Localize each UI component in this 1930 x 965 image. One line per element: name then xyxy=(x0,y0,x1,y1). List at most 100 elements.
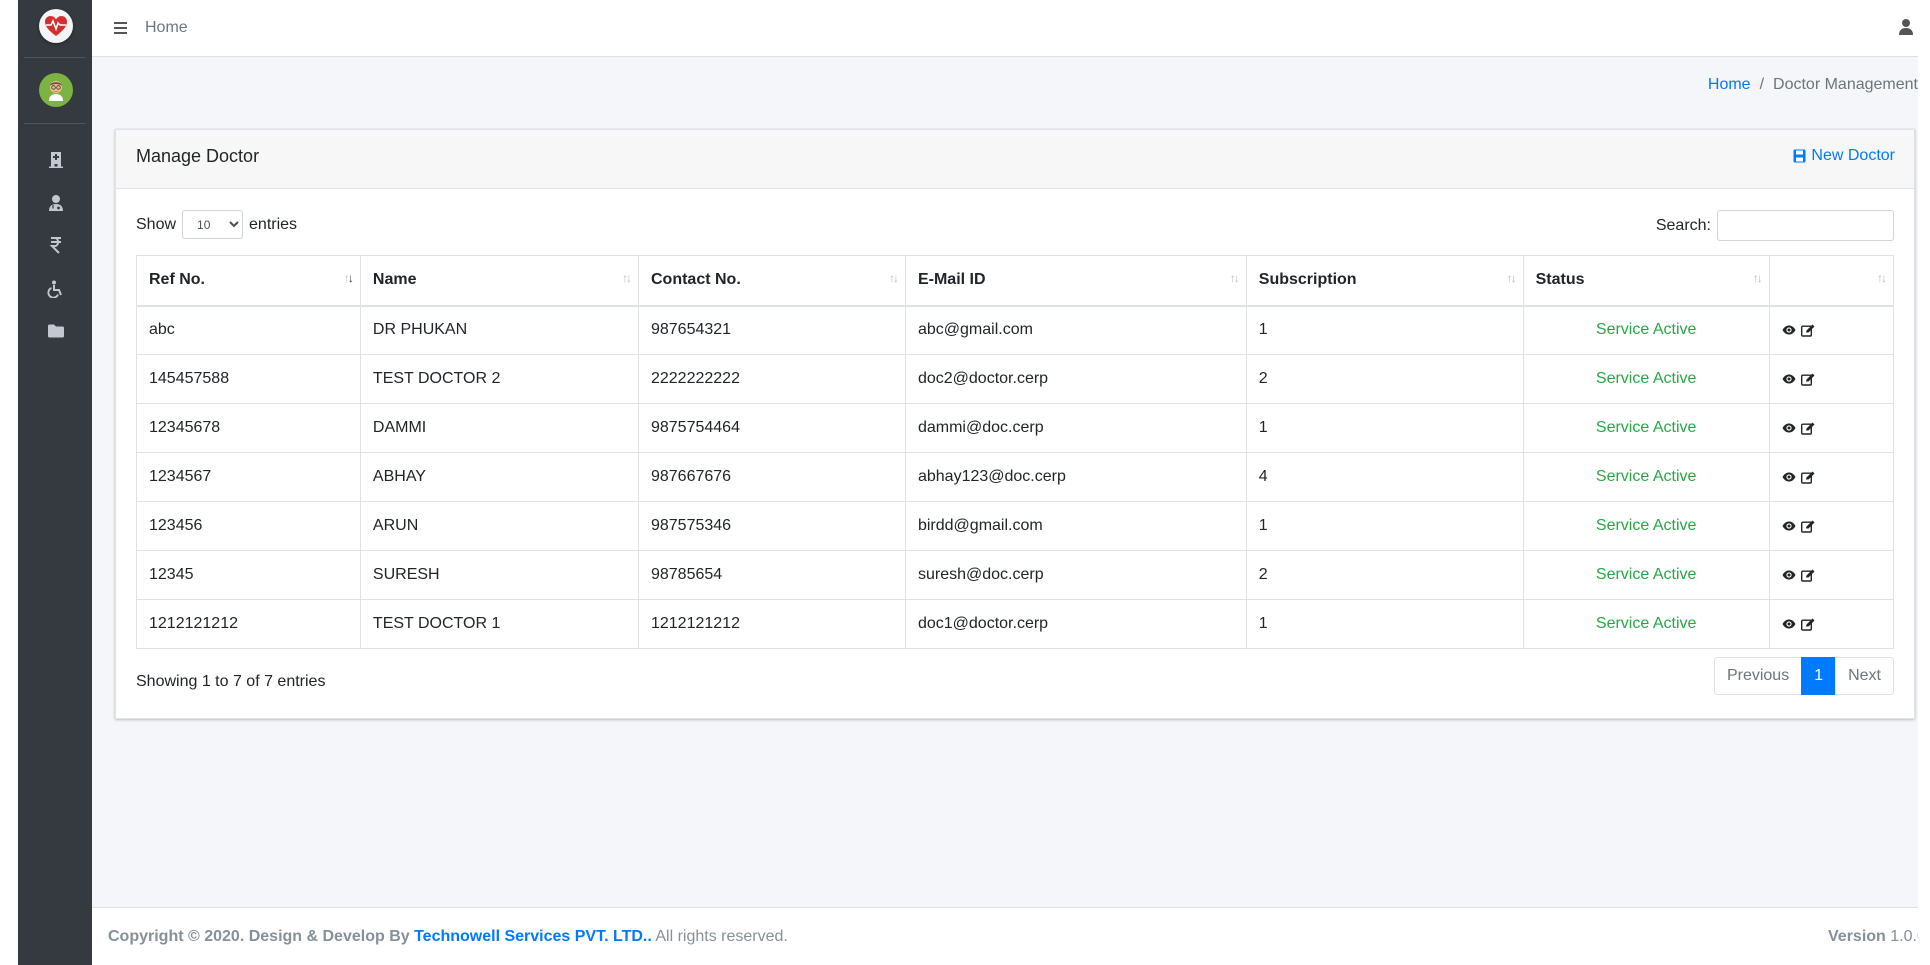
column-header-ref-no[interactable]: Ref No. ↑↓ xyxy=(136,255,361,307)
brand-logo[interactable] xyxy=(39,9,73,43)
sort-icon: ↑↓ xyxy=(1506,271,1517,285)
rights-text: All rights reserved. xyxy=(655,928,788,945)
cell-ref-no: 123456 xyxy=(136,501,361,551)
sidebar xyxy=(18,0,92,965)
sort-icon: ↑↓ xyxy=(1877,271,1887,285)
avatar[interactable] xyxy=(39,73,73,107)
user-divider xyxy=(24,123,86,124)
row-actions xyxy=(1782,618,1881,631)
top-home-link[interactable]: Home xyxy=(145,19,188,37)
cell-name: ARUN xyxy=(359,501,639,551)
cell-contact: 98785654 xyxy=(637,550,906,600)
cell-email: birdd@gmail.com xyxy=(904,501,1247,551)
page-1-button[interactable]: 1 xyxy=(1801,657,1837,695)
cell-ref-no: 145457588 xyxy=(136,354,361,404)
view-eye-icon[interactable] xyxy=(1782,521,1796,531)
previous-page-button[interactable]: Previous xyxy=(1713,657,1803,695)
cell-ref-no: 12345 xyxy=(136,550,361,600)
column-header-actions[interactable]: ↑↓ xyxy=(1768,255,1895,307)
save-icon xyxy=(1793,149,1806,163)
footer-copyright: Copyright © 2020. Design & Develop By Te… xyxy=(108,928,788,946)
sort-icon: ↑↓ xyxy=(343,271,354,285)
user-icon[interactable] xyxy=(1898,18,1914,36)
column-header-label: Contact No. xyxy=(650,271,741,289)
cell-actions xyxy=(1768,452,1895,502)
row-actions xyxy=(1782,373,1881,386)
sidebar-item-files[interactable] xyxy=(45,320,67,342)
cell-name: TEST DOCTOR 2 xyxy=(359,354,639,404)
hospital-icon xyxy=(49,152,63,168)
search-input[interactable] xyxy=(1717,210,1894,241)
column-header-email[interactable]: E-Mail ID ↑↓ xyxy=(904,255,1247,307)
hamburger-line xyxy=(114,22,127,24)
edit-icon[interactable] xyxy=(1800,422,1815,435)
row-actions xyxy=(1782,569,1881,582)
footer-version: Version 1.0.0 xyxy=(1828,928,1918,946)
cell-contact: 9875754464 xyxy=(637,403,906,453)
user-doctor-icon xyxy=(49,195,63,211)
edit-icon[interactable] xyxy=(1800,373,1815,386)
left-window-edge xyxy=(0,0,18,965)
table-row: 145457588 TEST DOCTOR 2 2222222222 doc2@doc… xyxy=(136,354,1895,404)
cell-subscription: 1 xyxy=(1245,305,1524,355)
cell-contact: 987667676 xyxy=(637,452,906,502)
edit-icon[interactable] xyxy=(1800,324,1815,337)
row-actions xyxy=(1782,520,1881,533)
cell-ref-no: 12345678 xyxy=(136,403,361,453)
version-value: 1.0.0 xyxy=(1890,928,1918,945)
cell-actions xyxy=(1768,354,1895,404)
column-header-name[interactable]: Name ↑↓ xyxy=(359,255,639,307)
cell-contact: 987654321 xyxy=(637,305,906,355)
sidebar-item-patients[interactable] xyxy=(45,278,67,300)
column-header-label: Name xyxy=(372,271,417,289)
menu-toggle-button[interactable] xyxy=(114,18,130,38)
new-doctor-button[interactable]: New Doctor xyxy=(1793,147,1895,165)
breadcrumb-home-link[interactable]: Home xyxy=(1708,76,1751,93)
hamburger-line xyxy=(114,32,127,34)
rupee-icon xyxy=(49,237,61,254)
next-page-button[interactable]: Next xyxy=(1835,657,1894,695)
table-row: abc DR PHUKAN 987654321 abc@gmail.com 1 Servi… xyxy=(136,305,1895,355)
view-eye-icon[interactable] xyxy=(1782,374,1796,384)
column-header-subscription[interactable]: Subscription ↑↓ xyxy=(1245,255,1524,307)
sidebar-item-hospital[interactable] xyxy=(45,148,67,170)
cell-email: doc1@doctor.cerp xyxy=(904,599,1247,649)
view-eye-icon[interactable] xyxy=(1782,325,1796,335)
cell-contact: 987575346 xyxy=(637,501,906,551)
cell-contact: 1212121212 xyxy=(637,599,906,649)
view-eye-icon[interactable] xyxy=(1782,570,1796,580)
cell-name: SURESH xyxy=(359,550,639,600)
column-header-label: Status xyxy=(1535,271,1585,289)
sidebar-item-doctors[interactable] xyxy=(45,192,67,214)
cell-subscription: 2 xyxy=(1245,354,1524,404)
doctor-table: Ref No. ↑↓ Name ↑↓ Contact No. ↑↓ E-Mail ID… xyxy=(136,255,1895,649)
cell-ref-no: 1234567 xyxy=(136,452,361,502)
view-eye-icon[interactable] xyxy=(1782,423,1796,433)
table-header-row: Ref No. ↑↓ Name ↑↓ Contact No. ↑↓ E-Mail ID… xyxy=(136,255,1895,307)
card-title: Manage Doctor xyxy=(136,146,260,166)
cell-email: dammi@doc.cerp xyxy=(904,403,1247,453)
cell-name: TEST DOCTOR 1 xyxy=(359,599,639,649)
cell-subscription: 1 xyxy=(1245,599,1524,649)
view-eye-icon[interactable] xyxy=(1782,472,1796,482)
column-header-status[interactable]: Status ↑↓ xyxy=(1522,255,1770,307)
table-body: abc DR PHUKAN 987654321 abc@gmail.com 1 Servi… xyxy=(136,305,1895,649)
status-badge: Service Active xyxy=(1522,501,1770,551)
edit-icon[interactable] xyxy=(1800,520,1815,533)
company-link[interactable]: Technowell Services PVT. LTD.. xyxy=(414,928,652,945)
cell-actions xyxy=(1768,501,1895,551)
column-header-contact[interactable]: Contact No. ↑↓ xyxy=(637,255,906,307)
sort-icon: ↑↓ xyxy=(888,271,899,285)
cell-actions xyxy=(1768,403,1895,453)
edit-icon[interactable] xyxy=(1800,471,1815,484)
edit-icon[interactable] xyxy=(1800,618,1815,631)
cell-email: doc2@doctor.cerp xyxy=(904,354,1247,404)
footer: Copyright © 2020. Design & Develop By Te… xyxy=(92,907,1918,965)
page: Home Home / Doctor Management Manage Docto… xyxy=(0,0,1930,965)
edit-icon[interactable] xyxy=(1800,569,1815,582)
sidebar-item-payments[interactable] xyxy=(45,234,67,256)
entries-select[interactable]: 10 xyxy=(182,210,244,239)
cell-actions xyxy=(1768,305,1895,355)
view-eye-icon[interactable] xyxy=(1782,619,1796,629)
cell-email: abhay123@doc.cerp xyxy=(904,452,1247,502)
